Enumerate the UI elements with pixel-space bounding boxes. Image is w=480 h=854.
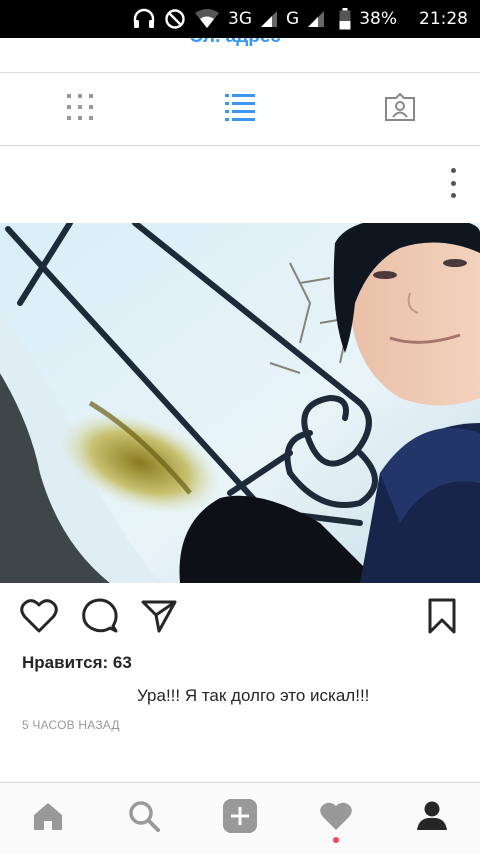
network-3g-label: 3G: [228, 9, 253, 29]
share-send-icon[interactable]: [140, 598, 178, 639]
nav-activity[interactable]: [288, 783, 384, 854]
email-tab[interactable]: Эл. адрес: [0, 38, 480, 72]
bookmark-icon[interactable]: [428, 598, 456, 639]
tab-grid-view[interactable]: [0, 73, 160, 145]
profile-view-tabs: [0, 73, 480, 145]
tab-list-view[interactable]: [160, 73, 320, 145]
post-header: [0, 146, 480, 222]
nav-search[interactable]: [96, 783, 192, 854]
battery-icon: [339, 8, 351, 30]
tagged-photos-icon: [384, 92, 416, 126]
nav-home[interactable]: [0, 783, 96, 854]
home-icon: [32, 801, 64, 836]
headphones-icon: [132, 8, 156, 30]
activity-heart-icon: [319, 801, 353, 836]
clock: 21:28: [419, 9, 468, 29]
grid-view-icon: [66, 93, 94, 126]
nav-add-post[interactable]: [192, 783, 288, 854]
signal-icon: [307, 10, 325, 28]
nav-profile[interactable]: [384, 783, 480, 854]
tab-tagged-photos[interactable]: [320, 73, 480, 145]
bottom-nav: [0, 782, 480, 854]
status-bar: 3G G 38% 21:28: [0, 0, 480, 38]
email-tab-label: Эл. адрес: [190, 38, 281, 48]
wifi-icon: [194, 9, 220, 29]
network-g-label: G: [286, 9, 300, 29]
post-caption: Ура!!! Я так долго это искал!!!: [137, 686, 370, 705]
more-options-icon[interactable]: [448, 168, 458, 198]
add-post-icon: [222, 798, 258, 839]
signal-icon: [260, 10, 278, 28]
likes-count[interactable]: Нравится: 63: [22, 653, 132, 673]
notification-dot: [333, 837, 339, 843]
do-not-disturb-icon: [164, 8, 186, 30]
search-icon: [128, 800, 160, 837]
post-actions: [0, 596, 480, 640]
list-view-icon: [225, 93, 255, 126]
post-timestamp: 5 ЧАСОВ НАЗАД: [22, 718, 120, 732]
comment-icon[interactable]: [82, 598, 118, 639]
profile-icon: [416, 800, 448, 837]
like-heart-icon[interactable]: [20, 598, 58, 639]
post-photo[interactable]: [0, 223, 480, 583]
battery-percent: 38%: [359, 9, 397, 29]
